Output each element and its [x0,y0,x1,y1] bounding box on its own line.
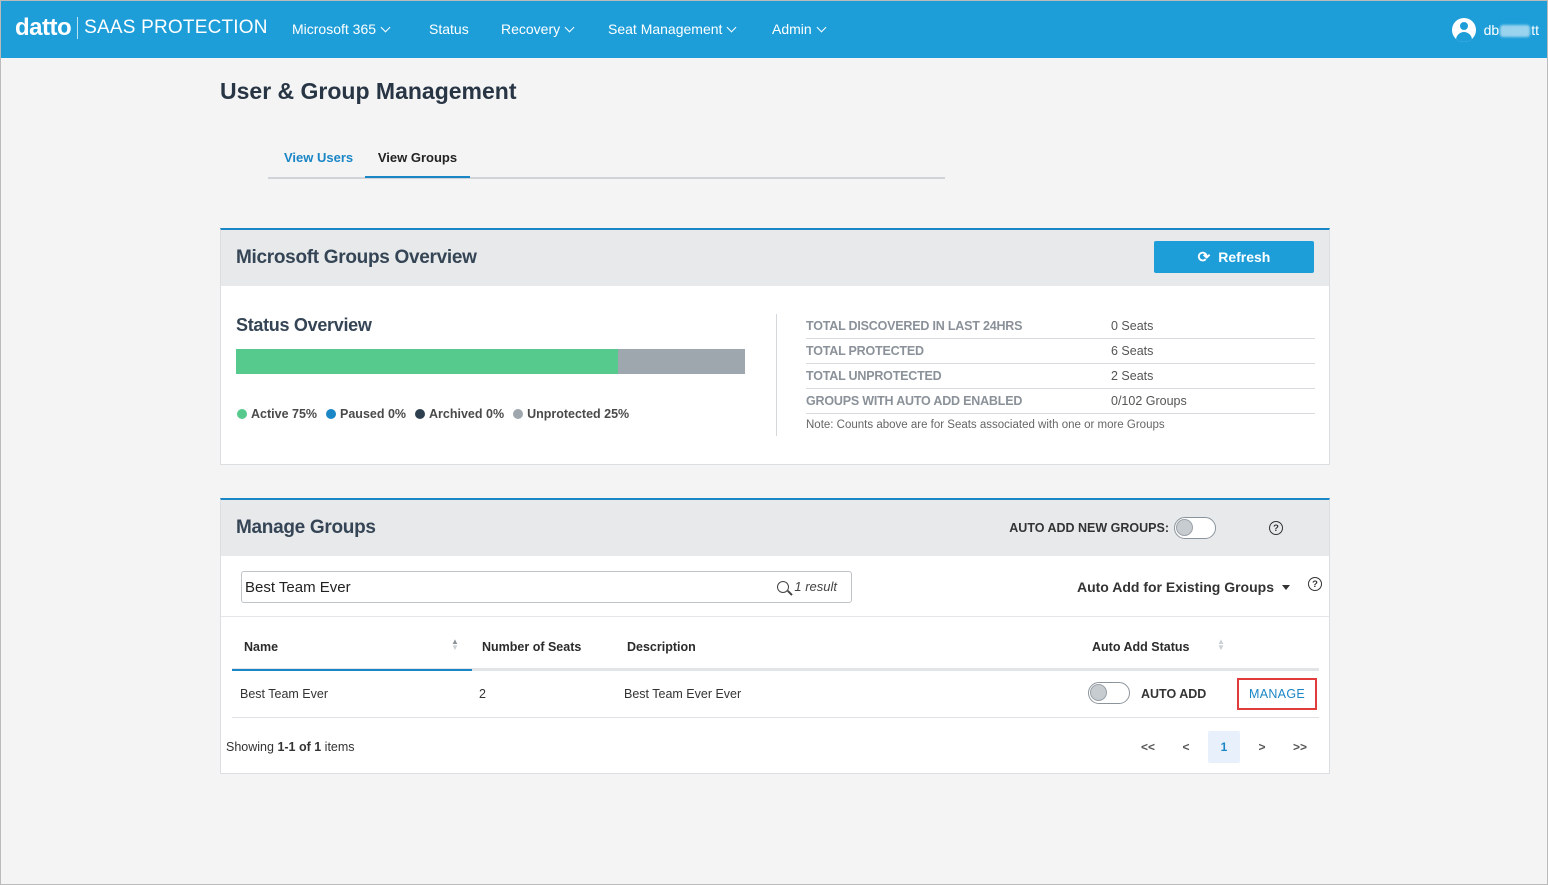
chevron-down-icon [816,22,827,32]
stat-row: TOTAL DISCOVERED IN LAST 24HRS 0 Seats [806,314,1315,339]
search-result-count: 1 result [777,579,837,594]
nav-microsoft-365[interactable]: Microsoft 365 [292,21,391,37]
prev-page-button[interactable]: < [1167,731,1205,763]
seat-stats: TOTAL DISCOVERED IN LAST 24HRS 0 Seats TO… [806,314,1315,431]
nav-admin[interactable]: Admin [772,21,827,37]
legend-paused: Paused 0% [326,407,406,421]
tab-view-users[interactable]: View Users [284,150,353,165]
user-circle-icon [1451,18,1476,42]
status-legend: Active 75% Paused 0% Archived 0% Unprote… [237,407,629,421]
legend-active: Active 75% [237,407,317,421]
active-tab-indicator [365,176,470,178]
cell-description: Best Team Ever Ever [624,687,742,701]
product-name: SAAS PROTECTION [84,17,268,38]
chevron-down-icon [564,22,575,32]
cell-name: Best Team Ever [240,687,329,701]
stats-note: Note: Counts above are for Seats associa… [806,419,1165,431]
status-dot [513,409,524,419]
brand-logo[interactable]: datto SAAS PROTECTION [15,14,268,42]
stat-row: TOTAL UNPROTECTED 2 Seats [806,364,1315,389]
help-icon[interactable]: ? [1269,521,1283,535]
divider [221,616,1329,617]
chevron-down-icon [380,22,391,32]
help-icon[interactable]: ? [1308,577,1322,591]
stat-row: TOTAL PROTECTED 6 Seats [806,339,1315,364]
toggle-knob [1090,684,1107,701]
panel-header: Microsoft Groups Overview ⟳ Refresh [221,230,1329,286]
status-progress-bar [236,349,745,374]
toggle-knob [1176,519,1193,536]
manage-groups-panel: Manage Groups AUTO ADD NEW GROUPS: ? 1 r… [220,498,1330,774]
groups-table: Name ▲ ▼ Number of Seats Description Auto… [232,624,1319,718]
page-title: User & Group Management [220,78,517,104]
dropdown-label: Auto Add for Existing Groups [1076,579,1274,595]
redacted-text [1500,25,1531,38]
refresh-icon: ⟳ [1197,249,1211,266]
row-auto-add-toggle[interactable] [1088,682,1130,707]
panel-header: Manage Groups AUTO ADD NEW GROUPS: ? [221,500,1329,556]
legend-archived: Archived 0% [415,407,504,421]
divider [776,314,777,436]
search-input[interactable] [244,573,764,601]
nav-label: Seat Management [608,21,723,37]
auto-add-new-groups: AUTO ADD NEW GROUPS: [1009,517,1216,539]
top-navbar: datto SAAS PROTECTION Microsoft 365 Stat… [1,1,1547,58]
last-page-button[interactable]: >> [1281,731,1319,763]
nav-label: Admin [772,21,812,37]
page-1-button[interactable]: 1 [1208,731,1240,763]
search-icon[interactable] [777,580,790,593]
datto-logo: datto [15,14,72,41]
col-seats[interactable]: Number of Seats [482,640,581,654]
nav-seat-management[interactable]: Seat Management [608,21,737,37]
panel-title: Manage Groups [236,517,376,538]
next-page-button[interactable]: > [1243,731,1281,763]
chevron-down-icon [726,22,737,32]
table-header: Name ▲ ▼ Number of Seats Description Auto… [232,624,1319,671]
stat-row: GROUPS WITH AUTO ADD ENABLED 0/102 Groups [806,389,1315,414]
refresh-button[interactable]: ⟳ Refresh [1154,241,1314,273]
auto-add-new-label: AUTO ADD NEW GROUPS: [1009,521,1169,535]
auto-add-existing-dropdown[interactable]: Auto Add for Existing Groups [1077,579,1290,595]
showing-items: Showing 1-1 of 1 items [226,740,355,754]
brand-divider [77,17,79,39]
panel-title: Microsoft Groups Overview [236,247,477,268]
nav-label: Microsoft 365 [292,21,377,37]
user-menu[interactable]: db tt [1451,18,1539,42]
first-page-button[interactable]: << [1129,731,1167,763]
status-overview-title: Status Overview [236,315,372,335]
table-row: Best Team Ever 2 Best Team Ever Ever AUT… [232,671,1319,718]
cell-seats: 2 [479,687,486,701]
status-dot [237,409,247,419]
caret-down-icon [1282,584,1290,590]
status-dot [326,409,337,419]
status-dot [415,409,426,419]
nav-recovery[interactable]: Recovery [501,21,575,37]
active-fill [236,349,618,374]
view-tabs: View Users View Groups [268,141,945,179]
nav-label: Status [429,21,469,37]
sort-icon[interactable]: ▲ ▼ [1217,638,1225,652]
manage-button[interactable]: MANAGE [1237,678,1317,710]
col-name[interactable]: Name [244,640,278,654]
refresh-label: Refresh [1218,249,1271,265]
group-search: 1 result [241,571,852,603]
pagination: << < 1 > >> [1129,731,1319,763]
auto-add-label: AUTO ADD [1141,687,1207,701]
legend-unprotected: Unprotected 25% [513,407,629,421]
nav-label: Recovery [501,21,561,37]
col-auto-add-status[interactable]: Auto Add Status [1092,640,1189,654]
groups-overview-panel: Microsoft Groups Overview ⟳ Refresh Stat… [220,228,1330,465]
user-name: db tt [1483,22,1539,38]
nav-status[interactable]: Status [429,21,469,37]
sort-icon[interactable]: ▲ ▼ [451,638,459,652]
auto-add-new-toggle[interactable] [1174,517,1216,539]
col-description[interactable]: Description [627,640,696,654]
